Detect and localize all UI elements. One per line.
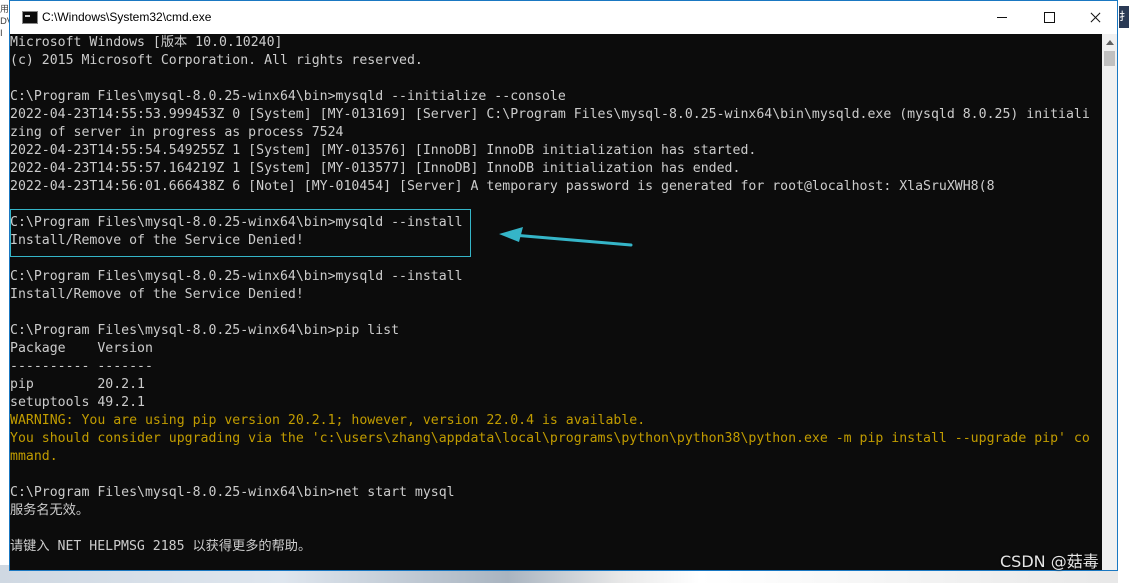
console-line: C:\Program Files\mysql-8.0.25-winx64\bin… bbox=[10, 89, 566, 104]
console-line: 2022-04-23T14:55:54.549255Z 1 [System] [… bbox=[10, 143, 757, 158]
scroll-thumb[interactable] bbox=[1104, 51, 1115, 66]
console-line: ---------- ------- bbox=[10, 359, 153, 374]
console-line: Package Version bbox=[10, 341, 153, 356]
console-line: (c) 2015 Microsoft Corporation. All righ… bbox=[10, 53, 423, 68]
console-line: pip 20.2.1 bbox=[10, 377, 145, 392]
close-button[interactable] bbox=[1072, 1, 1117, 34]
console-line: C:\Program Files\mysql-8.0.25-winx64\bin… bbox=[10, 485, 455, 500]
console-line: Microsoft Windows [版本 10.0.10240] bbox=[10, 35, 283, 50]
cmd-window: C:\Windows\System32\cmd.exe Microsoft Wi… bbox=[9, 0, 1118, 571]
console-warning-line: WARNING: You are using pip version 20.2.… bbox=[10, 413, 646, 428]
console-warning-line: mmand. bbox=[10, 449, 58, 464]
console-line: 2022-04-23T14:56:01.666438Z 6 [Note] [MY… bbox=[10, 179, 995, 194]
console-line: Install/Remove of the Service Denied! bbox=[10, 287, 304, 302]
console-line: 服务名无效。 bbox=[10, 503, 90, 518]
console-line: zing of server in progress as process 75… bbox=[10, 125, 344, 140]
console-line: 2022-04-23T14:55:57.164219Z 1 [System] [… bbox=[10, 161, 741, 176]
console-line: 2022-04-23T14:55:53.999453Z 0 [System] [… bbox=[10, 107, 1090, 122]
console-app-icon[interactable] bbox=[22, 11, 38, 24]
desktop-right-edge bbox=[1118, 0, 1129, 583]
console-warning-line: You should consider upgrading via the 'c… bbox=[10, 431, 1090, 446]
console-output[interactable]: Microsoft Windows [版本 10.0.10240] (c) 20… bbox=[10, 34, 1102, 570]
title-bar[interactable]: C:\Windows\System32\cmd.exe bbox=[10, 1, 1117, 34]
minimize-button[interactable] bbox=[979, 1, 1025, 34]
desktop-left-edge-text: 用 DV I bbox=[0, 5, 9, 39]
annotation-arrow-icon bbox=[499, 227, 633, 247]
console-line: C:\Program Files\mysql-8.0.25-winx64\bin… bbox=[10, 269, 463, 284]
maximize-button[interactable] bbox=[1026, 1, 1072, 34]
console-line: 请键入 NET HELPMSG 2185 以获得更多的帮助。 bbox=[10, 539, 312, 554]
annotation-highlight-box bbox=[10, 209, 471, 257]
console-line: setuptools 49.2.1 bbox=[10, 395, 145, 410]
scroll-up-arrow-icon[interactable] bbox=[1102, 34, 1117, 51]
console-line: C:\Program Files\mysql-8.0.25-winx64\bin… bbox=[10, 323, 400, 338]
csdn-watermark: CSDN @菇毒 bbox=[1000, 552, 1099, 571]
window-title: C:\Windows\System32\cmd.exe bbox=[42, 10, 212, 24]
vertical-scrollbar[interactable] bbox=[1102, 34, 1117, 570]
desktop-edge-icon: 扌 bbox=[1119, 6, 1129, 28]
